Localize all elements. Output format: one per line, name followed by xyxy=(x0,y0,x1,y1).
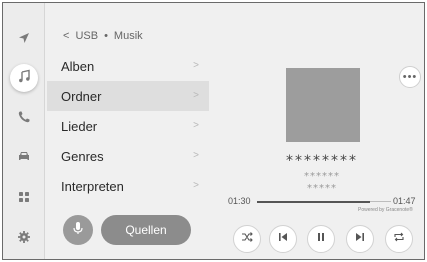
apps-grid-icon xyxy=(17,190,31,209)
progress-bar[interactable] xyxy=(257,200,391,203)
album-art xyxy=(286,68,360,142)
progress-fill xyxy=(257,200,370,203)
list-item-label: Alben xyxy=(61,58,95,74)
sidebar xyxy=(3,3,45,259)
list-item-label: Lieder xyxy=(61,118,98,134)
chevron-right-icon: > xyxy=(193,150,199,161)
repeat-icon xyxy=(393,230,405,248)
next-track-icon xyxy=(354,230,366,248)
more-options-button[interactable]: ••• xyxy=(399,66,421,88)
previous-track-icon xyxy=(277,230,289,248)
gracenote-credit: Powered by Gracenote® xyxy=(358,207,413,213)
list-item-songs[interactable]: Lieder > xyxy=(47,111,209,141)
list-item-label: Genres xyxy=(61,148,104,164)
list-item-label: Ordner xyxy=(61,88,102,104)
list-item-label: Interpreten xyxy=(61,178,124,194)
repeat-button[interactable] xyxy=(385,225,413,253)
browse-list: Alben > Ordner > Lieder > Genres > Inter… xyxy=(47,51,209,201)
shuffle-icon xyxy=(241,230,253,248)
breadcrumb-source: USB xyxy=(75,30,99,42)
breadcrumb-separator: • xyxy=(104,30,108,42)
time-elapsed: 01:30 xyxy=(228,196,251,206)
sidebar-item-apps[interactable] xyxy=(10,185,38,213)
sources-button[interactable]: Quellen xyxy=(101,215,191,245)
pause-icon xyxy=(315,230,327,248)
sidebar-item-music[interactable] xyxy=(10,64,38,92)
phone-icon xyxy=(17,110,31,129)
list-item-artists[interactable]: Interpreten > xyxy=(47,171,209,201)
pause-button[interactable] xyxy=(307,225,335,253)
breadcrumb: < USB • Musik xyxy=(63,30,143,42)
sidebar-item-vehicle[interactable] xyxy=(10,144,38,172)
navigation-arrow-icon xyxy=(17,31,31,50)
voice-button[interactable] xyxy=(63,215,93,245)
track-album: ***** xyxy=(307,183,337,194)
track-artist: ****** xyxy=(304,171,340,182)
previous-track-button[interactable] xyxy=(269,225,297,253)
sidebar-item-settings[interactable] xyxy=(10,225,38,253)
car-icon xyxy=(17,149,31,168)
breadcrumb-section: Musik xyxy=(113,30,143,42)
time-total: 01:47 xyxy=(393,196,416,206)
list-item-genres[interactable]: Genres > xyxy=(47,141,209,171)
gear-icon xyxy=(17,230,31,249)
track-title: ******** xyxy=(286,153,358,169)
chevron-right-icon: > xyxy=(193,180,199,191)
next-track-button[interactable] xyxy=(346,225,374,253)
sidebar-item-phone[interactable] xyxy=(10,105,38,133)
infotainment-screen: < USB • Musik Alben > Ordner > Lieder > … xyxy=(2,2,425,260)
chevron-right-icon: > xyxy=(193,60,199,71)
list-item-folders[interactable]: Ordner > xyxy=(47,81,209,111)
chevron-right-icon: > xyxy=(193,90,199,101)
microphone-icon xyxy=(72,221,84,240)
back-button[interactable]: < xyxy=(63,30,69,42)
sidebar-item-navigation[interactable] xyxy=(10,26,38,54)
shuffle-button[interactable] xyxy=(233,225,261,253)
list-item-albums[interactable]: Alben > xyxy=(47,51,209,81)
music-note-icon xyxy=(17,69,31,88)
chevron-right-icon: > xyxy=(193,120,199,131)
